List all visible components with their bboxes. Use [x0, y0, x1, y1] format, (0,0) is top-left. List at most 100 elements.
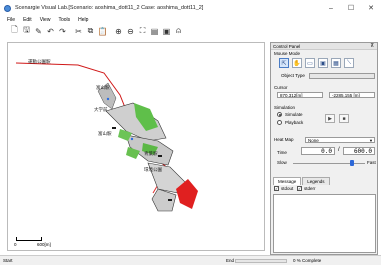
message-output[interactable] — [273, 194, 376, 253]
scale-bar-end-label: 600[m] — [37, 242, 51, 247]
scale-bar — [16, 237, 42, 241]
simulate-radio-label: Simulate — [285, 112, 303, 117]
layer-icon[interactable]: ▤ — [149, 26, 160, 37]
simulation-label: Simulation — [274, 105, 296, 110]
edge-mode-button[interactable]: ⟍ — [344, 58, 354, 68]
paste-icon[interactable]: 📋 — [97, 26, 108, 37]
road-cluster — [151, 188, 177, 212]
fit-view-icon[interactable]: ⛶ — [137, 26, 148, 37]
menu-view[interactable]: View — [40, 17, 51, 23]
toolbar: 🗋 🖫 ✎ ↶ ↷ ✂ ⧉ 📋 ⊕ ⊖ ⛶ ▤ ▣ ⍝ — [0, 24, 270, 38]
progress-bar — [235, 259, 287, 263]
pin-icon[interactable]: ⊼ — [370, 43, 374, 49]
save-icon[interactable]: 🖫 — [21, 25, 32, 37]
time-separator: / — [338, 147, 340, 153]
status-end: End — [226, 258, 235, 263]
menu-help[interactable]: Help — [78, 17, 88, 23]
close-button[interactable]: ✕ — [361, 0, 381, 16]
pencil-icon[interactable]: ✎ — [33, 26, 44, 37]
station-label: 環境公園 — [144, 167, 162, 172]
menu-tools[interactable]: Tools — [58, 17, 70, 23]
camera-icon[interactable]: ▣ — [161, 26, 172, 37]
scale-bar-start-label: 0 — [14, 242, 17, 247]
simulate-radio[interactable]: Simulate — [277, 112, 303, 117]
pointer-mode-button[interactable]: ⇱ — [279, 58, 289, 68]
stderr-label: stderr — [304, 186, 316, 191]
play-icon: ▶ — [328, 115, 332, 122]
stderr-checkbox[interactable]: ✓ stderr — [297, 186, 316, 191]
simulate-radio-dot — [277, 112, 282, 117]
playback-radio-dot — [277, 120, 282, 125]
antenna-icon[interactable]: ⍝ — [173, 26, 184, 37]
hand-mode-button[interactable]: ✋ — [292, 58, 302, 68]
playback-radio[interactable]: Playback — [277, 120, 303, 125]
speed-slider-track[interactable] — [293, 163, 365, 164]
pause-button[interactable]: ■ — [339, 114, 349, 123]
road-network-map — [15, 62, 198, 212]
undo-icon[interactable]: ↶ — [45, 26, 56, 37]
menu-bar: File Edit View Tools Help — [0, 16, 381, 24]
station-label: 富山駅 — [98, 131, 112, 136]
panel-tabs: Message Legends — [273, 177, 331, 185]
progress-text: 0 % Complete — [293, 258, 322, 263]
cursor-arrow-icon: ⇱ — [281, 60, 287, 67]
stderr-check-icon: ✓ — [297, 186, 302, 191]
heatmap-select[interactable]: None ▼ — [305, 137, 375, 143]
current-time-display: 0.0 — [301, 147, 335, 155]
node-marker — [106, 97, 110, 101]
edge-icon: ⟍ — [346, 59, 352, 66]
chevron-down-icon: ▼ — [369, 138, 373, 143]
speed-slider-thumb[interactable] — [350, 160, 355, 166]
station-label: 大学前 — [94, 107, 108, 112]
redo-icon[interactable]: ↷ — [57, 26, 68, 37]
zoom-in-icon[interactable]: ⊕ — [113, 26, 124, 37]
object-type-field — [309, 73, 375, 79]
node-marker — [130, 137, 134, 141]
total-time-display: 600.0 — [343, 147, 375, 155]
stdout-checkbox[interactable]: ✓ stdout — [274, 186, 293, 191]
menu-edit[interactable]: Edit — [23, 17, 32, 23]
zoom-out-icon[interactable]: ⊖ — [125, 26, 136, 37]
station-label: 富山駅 — [96, 85, 110, 90]
control-panel: Control Panel ⊼ Mouse Mode ⇱ ✋ ▭ ▣ ▦ ⟍ O… — [270, 42, 378, 255]
cursor-x-field: 870.312[m] — [277, 92, 323, 98]
stdout-label: stdout — [281, 186, 294, 191]
node-marker — [112, 127, 116, 129]
menu-file[interactable]: File — [7, 17, 15, 23]
maximize-button[interactable]: ☐ — [341, 0, 361, 16]
hand-icon: ✋ — [293, 60, 301, 67]
app-icon — [4, 4, 11, 12]
panel-title-text: Control Panel — [273, 43, 301, 49]
cut-icon[interactable]: ✂ — [73, 26, 84, 37]
stdout-check-icon: ✓ — [274, 186, 279, 191]
fast-label: Fast — [367, 160, 376, 165]
tab-legends[interactable]: Legends — [302, 177, 330, 185]
minimize-button[interactable]: – — [321, 0, 341, 16]
cursor-y-field: -2285.155 [m] — [329, 92, 375, 98]
heatmap-select-value: None — [308, 138, 319, 143]
heatmap-label: Heat Map — [274, 137, 294, 142]
mouse-mode-label: Mouse Mode — [274, 51, 301, 56]
grid-mode-button[interactable]: ▦ — [331, 58, 341, 68]
copy-icon[interactable]: ⧉ — [85, 26, 96, 37]
rect-mode-button[interactable]: ▭ — [305, 58, 315, 68]
window-controls: – ☐ ✕ — [321, 0, 381, 16]
station-label: 青葉駅 — [144, 151, 158, 156]
rectangle-icon: ▭ — [307, 60, 313, 67]
tab-message[interactable]: Message — [273, 177, 302, 185]
grid-icon: ▦ — [333, 60, 339, 67]
node-marker — [168, 199, 172, 201]
node-mode-button[interactable]: ▣ — [318, 58, 328, 68]
node-marker — [158, 155, 162, 157]
play-button[interactable]: ▶ — [325, 114, 335, 123]
title-bar: Scenargie Visual Lab.[Scenario: aoshima_… — [0, 0, 381, 16]
new-file-icon[interactable]: 🗋 — [9, 25, 20, 37]
station-label: 運動公園駅 — [28, 59, 51, 64]
node-icon: ▣ — [320, 60, 326, 67]
time-label: Time — [277, 150, 287, 155]
object-type-label: Object Type — [281, 73, 305, 78]
cursor-label: Cursor — [274, 85, 288, 90]
slow-label: Slow — [277, 160, 287, 165]
map-view[interactable]: 運動公園駅 富山駅 大学前 富山駅 青葉駅 環境公園 0 600[m] — [7, 42, 265, 251]
playback-radio-label: Playback — [285, 120, 304, 125]
